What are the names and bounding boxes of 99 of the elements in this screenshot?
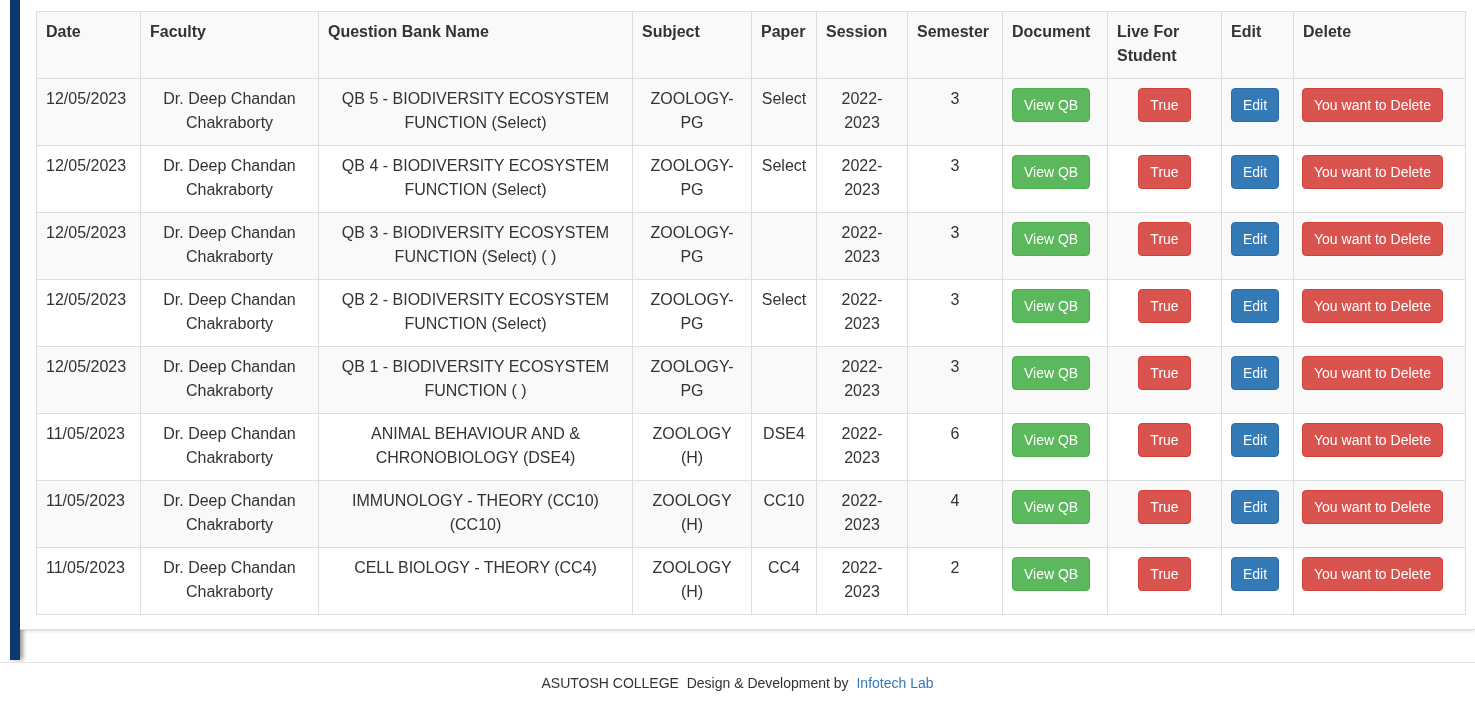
column-header: Faculty	[140, 11, 319, 79]
column-header: Date	[36, 11, 141, 79]
table-cell: 12/05/2023	[46, 224, 127, 241]
delete-button[interactable]: You want to Delete	[1302, 490, 1443, 524]
table-cell: 2022-2023	[841, 90, 883, 131]
column-header: Subject	[632, 11, 752, 79]
live-status-button[interactable]: True	[1138, 557, 1191, 591]
table-cell: 3	[950, 224, 960, 241]
edit-button[interactable]: Edit	[1231, 289, 1280, 323]
view-qb-button[interactable]: View QB	[1012, 289, 1091, 323]
column-header: Question Bank Name	[318, 11, 633, 79]
column-header: Semester	[907, 11, 1003, 79]
table-cell: Dr. Deep Chandan Chakraborty	[163, 157, 296, 198]
view-qb-button[interactable]: View QB	[1012, 222, 1091, 256]
table-cell: 2022-2023	[841, 358, 883, 399]
live-status-button[interactable]: True	[1138, 88, 1191, 122]
column-header: Session	[816, 11, 908, 79]
view-qb-button[interactable]: View QB	[1012, 155, 1091, 189]
table-cell: ZOOLOGY-PG	[650, 224, 734, 265]
table-cell: 2022-2023	[841, 157, 883, 198]
view-qb-button[interactable]: View QB	[1012, 88, 1091, 122]
table-cell: 2022-2023	[841, 291, 883, 332]
edit-button[interactable]: Edit	[1231, 356, 1280, 390]
table-cell: ZOOLOGY (H)	[652, 559, 732, 600]
delete-button[interactable]: You want to Delete	[1302, 88, 1443, 122]
table-cell: QB 1 - BIODIVERSITY ECOSYSTEM FUNCTION ( )	[341, 358, 610, 399]
table-cell: ZOOLOGY-PG	[650, 90, 734, 131]
table-cell: CELL BIOLOGY - THEORY (CC4)	[354, 559, 597, 576]
table-cell: 2022-2023	[841, 559, 883, 600]
table-cell: Dr. Deep Chandan Chakraborty	[163, 559, 296, 600]
table-cell: ZOOLOGY-PG	[650, 157, 734, 198]
view-qb-button[interactable]: View QB	[1012, 423, 1091, 457]
table-cell: Dr. Deep Chandan Chakraborty	[163, 492, 296, 533]
table-cell: Dr. Deep Chandan Chakraborty	[163, 291, 296, 332]
table-cell: 11/05/2023	[46, 492, 125, 509]
table-cell: 2	[950, 559, 960, 576]
table-cell: 6	[950, 425, 960, 442]
table-cell: CC10	[763, 492, 805, 509]
delete-button[interactable]: You want to Delete	[1302, 155, 1443, 189]
footer-text: ASUTOSH COLLEGE Design & Development by	[541, 674, 850, 693]
table-cell: 3	[950, 157, 960, 174]
column-header: Paper	[751, 11, 817, 79]
table-cell: IMMUNOLOGY - THEORY (CC10) (CC10)	[352, 492, 599, 533]
edit-button[interactable]: Edit	[1231, 423, 1280, 457]
delete-button[interactable]: You want to Delete	[1302, 222, 1443, 256]
table-cell: 11/05/2023	[46, 559, 125, 576]
table-cell: 12/05/2023	[46, 358, 127, 375]
table-cell: 11/05/2023	[46, 425, 125, 442]
table-cell: CC4	[768, 559, 800, 576]
live-status-button[interactable]: True	[1138, 423, 1191, 457]
view-qb-button[interactable]: View QB	[1012, 490, 1091, 524]
table-cell: 2022-2023	[841, 425, 883, 466]
table-cell: 12/05/2023	[46, 157, 127, 174]
column-header: Document	[1002, 11, 1108, 79]
table-cell: DSE4	[763, 425, 805, 442]
table-cell: Select	[761, 90, 807, 107]
delete-button[interactable]: You want to Delete	[1302, 557, 1443, 591]
table-cell: 2022-2023	[841, 224, 883, 265]
table-cell: ZOOLOGY-PG	[650, 291, 734, 332]
column-header: Delete	[1293, 11, 1466, 79]
column-header: Edit	[1221, 11, 1294, 79]
table-cell: 12/05/2023	[46, 291, 127, 308]
table-cell: Select	[761, 291, 807, 308]
live-status-button[interactable]: True	[1138, 490, 1191, 524]
table-cell: 12/05/2023	[46, 90, 127, 107]
view-qb-button[interactable]: View QB	[1012, 356, 1091, 390]
delete-button[interactable]: You want to Delete	[1302, 356, 1443, 390]
table-cell: 2022-2023	[841, 492, 883, 533]
table-cell: ZOOLOGY (H)	[652, 492, 732, 533]
table-cell: Dr. Deep Chandan Chakraborty	[163, 90, 296, 131]
table-cell: 3	[950, 291, 960, 308]
column-header: Live For Student	[1107, 11, 1222, 79]
live-status-button[interactable]: True	[1138, 222, 1191, 256]
table-cell: ZOOLOGY-PG	[650, 358, 734, 399]
table-cell: QB 3 - BIODIVERSITY ECOSYSTEM FUNCTION (Select) ( )	[341, 224, 610, 265]
table-cell: Select	[761, 157, 807, 174]
table-cell: Dr. Deep Chandan Chakraborty	[163, 358, 296, 399]
edit-button[interactable]: Edit	[1231, 490, 1280, 524]
footer-link[interactable]: Infotech Lab	[856, 673, 934, 694]
edit-button[interactable]: Edit	[1231, 88, 1280, 122]
table-cell: 3	[950, 358, 960, 375]
edit-button[interactable]: Edit	[1231, 155, 1280, 189]
table-cell: ANIMAL BEHAVIOUR AND & CHRONOBIOLOGY (DSE4)	[371, 425, 580, 466]
table-cell: ZOOLOGY (H)	[652, 425, 732, 466]
table-cell: Dr. Deep Chandan Chakraborty	[163, 224, 296, 265]
delete-button[interactable]: You want to Delete	[1302, 423, 1443, 457]
live-status-button[interactable]: True	[1138, 356, 1191, 390]
live-status-button[interactable]: True	[1138, 155, 1191, 189]
edit-button[interactable]: Edit	[1231, 557, 1280, 591]
delete-button[interactable]: You want to Delete	[1302, 289, 1443, 323]
table-cell: 4	[950, 492, 960, 509]
table-cell: 3	[950, 90, 960, 107]
table-cell: Dr. Deep Chandan Chakraborty	[163, 425, 296, 466]
table-cell: QB 5 - BIODIVERSITY ECOSYSTEM FUNCTION (Select)	[341, 90, 610, 131]
table-cell: QB 4 - BIODIVERSITY ECOSYSTEM FUNCTION (Select)	[341, 157, 610, 198]
view-qb-button[interactable]: View QB	[1012, 557, 1091, 591]
live-status-button[interactable]: True	[1138, 289, 1191, 323]
edit-button[interactable]: Edit	[1231, 222, 1280, 256]
table-cell: QB 2 - BIODIVERSITY ECOSYSTEM FUNCTION (Select)	[341, 291, 610, 332]
